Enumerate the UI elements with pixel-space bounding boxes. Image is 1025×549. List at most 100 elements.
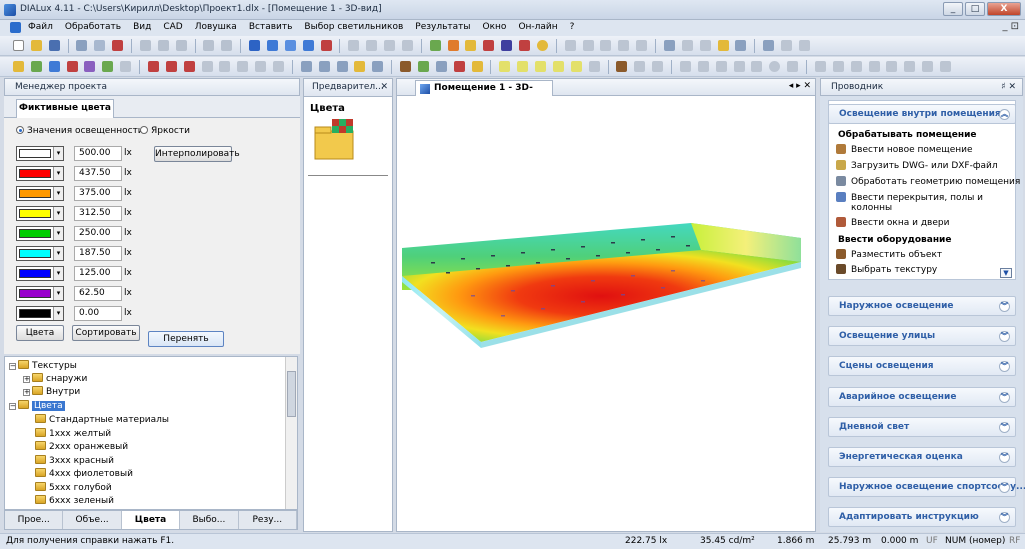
tab-room-3d-view[interactable]: Помещение 1 - 3D-вид	[415, 80, 553, 108]
scale-icon[interactable]	[84, 61, 96, 72]
explorer-section[interactable]: Наружное освещение ︾	[828, 296, 1016, 316]
align-left-icon[interactable]	[814, 61, 826, 72]
collapse-icon[interactable]: −	[9, 403, 16, 410]
move-icon[interactable]	[30, 61, 42, 72]
ortho-icon[interactable]	[401, 40, 413, 51]
color-swatch-dropdown[interactable]: ▾	[16, 266, 64, 281]
3d-viewport[interactable]	[396, 96, 816, 532]
orbit-icon[interactable]	[336, 61, 348, 72]
calc-surface-icon[interactable]	[499, 61, 511, 72]
task-windows-doors[interactable]: Ввести окна и двери	[836, 217, 949, 228]
door-icon[interactable]	[435, 61, 447, 72]
align-middle-icon[interactable]	[886, 61, 898, 72]
sun-icon[interactable]	[536, 40, 548, 51]
threshold-value-input[interactable]: 437.50	[74, 166, 122, 181]
view-nav-controls[interactable]: ◂ ▸ ✕	[789, 81, 811, 91]
chevron-down-icon[interactable]: ▾	[53, 307, 63, 320]
close-icon[interactable]: ✕	[380, 79, 388, 95]
mark-icon[interactable]	[588, 61, 600, 72]
radio-luminance[interactable]: Яркости	[140, 126, 190, 136]
tree-node-color-group[interactable]: 2ххх оранжевый	[35, 441, 128, 454]
document-icon[interactable]	[10, 22, 21, 33]
array-icon[interactable]	[120, 61, 132, 72]
color-swatch-dropdown[interactable]: ▾	[16, 166, 64, 181]
color-swatch-dropdown[interactable]: ▾	[16, 146, 64, 161]
page-icon[interactable]	[699, 40, 711, 51]
redo-icon[interactable]	[221, 40, 233, 51]
calculate-icon[interactable]	[429, 40, 441, 51]
chevron-down-icon[interactable]: ▾	[53, 267, 63, 280]
output-icon[interactable]	[735, 40, 747, 51]
align-top-icon[interactable]	[868, 61, 880, 72]
luminaire-circle-icon[interactable]	[183, 61, 195, 72]
furniture-icon[interactable]	[400, 61, 411, 72]
tree-node-inside[interactable]: + Внутри	[23, 386, 80, 399]
menu-luminaire-selection[interactable]: Выбор светильников	[304, 22, 403, 32]
menu-view[interactable]: Вид	[133, 22, 151, 32]
color-swatch-dropdown[interactable]: ▾	[16, 286, 64, 301]
luminaire-line-icon[interactable]	[165, 61, 177, 72]
expand-icon[interactable]: +	[23, 389, 30, 396]
texture-icon[interactable]	[616, 61, 628, 72]
select-icon[interactable]	[12, 61, 24, 72]
rays-icon[interactable]	[501, 40, 513, 51]
tree-node-color-group[interactable]: 6ххх зеленый	[35, 495, 114, 508]
calc-ugr-icon[interactable]	[552, 61, 564, 72]
explorer-section[interactable]: Адаптировать инструкцию ︾	[828, 507, 1016, 528]
expand-chevron-icon[interactable]: ︾	[999, 452, 1010, 463]
tab-project[interactable]: Прое...	[5, 511, 64, 529]
collapse-icon[interactable]: −	[9, 363, 16, 370]
pointer-icon[interactable]	[300, 61, 312, 72]
expand-chevron-icon[interactable]: ︾	[999, 331, 1010, 343]
raytrace-icon[interactable]	[519, 40, 530, 51]
columns-icon[interactable]	[798, 40, 810, 51]
tree-node-color-group[interactable]: Стандартные материалы	[35, 414, 169, 427]
radio-illuminance-dot[interactable]	[16, 126, 24, 134]
align-center-icon[interactable]	[832, 61, 844, 72]
color-swatch-dropdown[interactable]: ▾	[16, 306, 64, 321]
zoom-icon[interactable]	[318, 61, 330, 72]
task-ceilings-cont[interactable]: колонны	[851, 203, 892, 213]
dimension-icon[interactable]	[679, 61, 691, 72]
distribute-icon[interactable]	[600, 40, 612, 51]
rotate-icon[interactable]	[48, 61, 60, 72]
copy-along-icon[interactable]	[102, 61, 114, 72]
threshold-value-input[interactable]: 125.00	[74, 266, 122, 281]
explorer-section[interactable]: Сцены освещения ︾	[828, 356, 1016, 377]
align-bottom-icon[interactable]	[904, 61, 916, 72]
grid-icon[interactable]	[384, 40, 395, 51]
color-icon[interactable]	[652, 61, 664, 72]
menu-edit[interactable]: Обработать	[65, 22, 121, 32]
threshold-value-input[interactable]: 62.50	[74, 286, 122, 301]
maximize-button[interactable]: □	[965, 2, 985, 16]
colors-button[interactable]: Цвета	[16, 325, 64, 341]
explorer-section[interactable]: Аварийное освещение ︾	[828, 386, 1016, 407]
chevron-down-icon[interactable]: ▾	[53, 147, 63, 160]
task-room-geometry[interactable]: Обработать геометрию помещения	[836, 176, 1020, 187]
luminaire-icon[interactable]	[483, 40, 495, 51]
paste-icon[interactable]	[175, 40, 187, 51]
pen-icon[interactable]	[717, 40, 729, 51]
task-select-texture[interactable]: Выбрать текстуру	[836, 264, 937, 275]
rectangle-icon[interactable]	[787, 61, 799, 72]
menu-file[interactable]: Файл	[28, 22, 53, 32]
chevron-down-icon[interactable]: ▾	[53, 247, 63, 260]
same-width-icon[interactable]	[922, 61, 934, 72]
radio-illuminance[interactable]: Значения освещенности	[16, 126, 144, 136]
sort-button[interactable]: Сортировать	[72, 325, 140, 341]
same-height-icon[interactable]	[940, 61, 951, 72]
align-right-icon[interactable]	[850, 61, 862, 72]
minimize-button[interactable]: _	[943, 2, 963, 16]
section-indoor-lighting[interactable]: Освещение внутри помещения ︽	[828, 104, 1016, 124]
tree-scrollbar[interactable]	[285, 357, 297, 509]
close-button[interactable]: X	[987, 2, 1021, 16]
menu-snap[interactable]: Ловушка	[195, 22, 237, 32]
color-swatch-dropdown[interactable]: ▾	[16, 206, 64, 221]
expand-chevron-icon[interactable]: ︾	[999, 301, 1010, 312]
luminaire-field-icon[interactable]	[147, 61, 159, 72]
chevron-down-icon[interactable]: ▾	[53, 167, 63, 180]
print-preview-icon[interactable]	[94, 40, 106, 51]
floor-plan-icon[interactable]	[266, 40, 278, 51]
walk-icon[interactable]	[372, 61, 384, 72]
snap-icon[interactable]	[366, 40, 378, 51]
